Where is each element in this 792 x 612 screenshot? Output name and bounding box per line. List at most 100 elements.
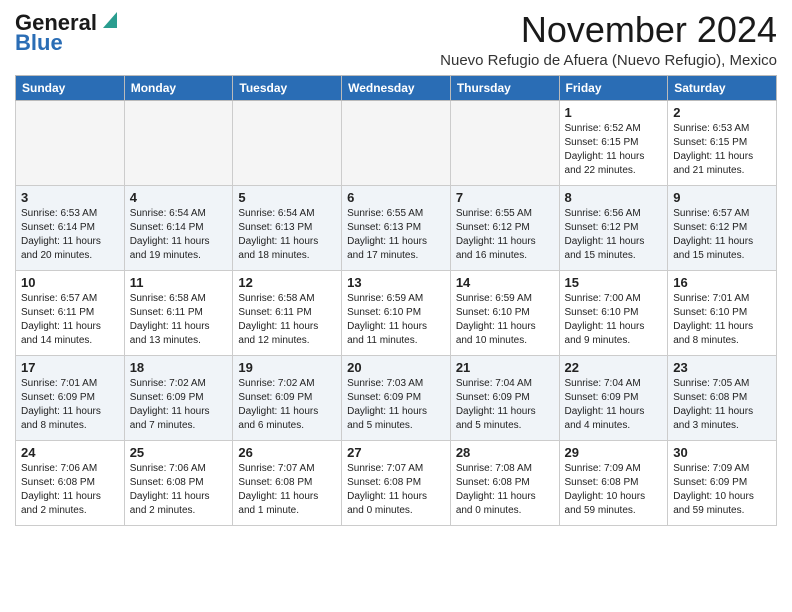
sunset-text: Sunset: 6:10 PM <box>347 307 421 318</box>
day-info: Sunrise: 6:57 AMSunset: 6:11 PMDaylight:… <box>21 292 119 348</box>
sunrise-text: Sunrise: 6:57 AM <box>673 208 749 219</box>
sunrise-text: Sunrise: 6:54 AM <box>238 208 314 219</box>
logo: General Blue <box>15 10 117 54</box>
day-info: Sunrise: 7:00 AMSunset: 6:10 PMDaylight:… <box>565 292 663 348</box>
calendar-day-cell <box>450 100 559 185</box>
day-number: 2 <box>673 105 771 120</box>
sunset-text: Sunset: 6:10 PM <box>673 307 747 318</box>
sunrise-text: Sunrise: 7:02 AM <box>238 378 314 389</box>
day-info: Sunrise: 6:52 AMSunset: 6:15 PMDaylight:… <box>565 122 663 178</box>
calendar-day-cell: 2 Sunrise: 6:53 AMSunset: 6:15 PMDaylight… <box>668 100 777 185</box>
day-number: 15 <box>565 275 663 290</box>
calendar-day-cell: 15 Sunrise: 7:00 AMSunset: 6:10 PMDayligh… <box>559 270 668 355</box>
sunrise-text: Sunrise: 7:02 AM <box>130 378 206 389</box>
calendar-week-row: 10 Sunrise: 6:57 AMSunset: 6:11 PMDayligh… <box>16 270 777 355</box>
day-info: Sunrise: 6:56 AMSunset: 6:12 PMDaylight:… <box>565 207 663 263</box>
day-number: 18 <box>130 360 228 375</box>
calendar-day-cell: 7Sunrise: 6:55 AMSunset: 6:12 PMDaylight… <box>450 185 559 270</box>
sunrise-text: Sunrise: 7:08 AM <box>456 463 532 474</box>
sunrise-text: Sunrise: 7:06 AM <box>130 463 206 474</box>
calendar-day-cell: 23 Sunrise: 7:05 AMSunset: 6:08 PMDayligh… <box>668 355 777 440</box>
sunset-text: Sunset: 6:13 PM <box>347 222 421 233</box>
month-title: November 2024 <box>440 10 777 50</box>
daylight-text: Daylight: 11 hours and 19 minutes. <box>130 236 210 261</box>
sunrise-text: Sunrise: 7:07 AM <box>347 463 423 474</box>
calendar-day-cell <box>233 100 342 185</box>
calendar-day-cell: 25Sunrise: 7:06 AMSunset: 6:08 PMDayligh… <box>124 440 233 525</box>
sunset-text: Sunset: 6:12 PM <box>673 222 747 233</box>
page: General Blue November 2024 Nuevo Refugio… <box>0 0 792 541</box>
sunset-text: Sunset: 6:08 PM <box>238 477 312 488</box>
calendar-day-cell: 12Sunrise: 6:58 AMSunset: 6:11 PMDayligh… <box>233 270 342 355</box>
sunset-text: Sunset: 6:09 PM <box>21 392 95 403</box>
day-info: Sunrise: 6:53 AMSunset: 6:15 PMDaylight:… <box>673 122 771 178</box>
calendar-day-cell: 16 Sunrise: 7:01 AM Sunset: 6:10 PM Dayligh… <box>668 270 777 355</box>
day-number: 10 <box>21 275 119 290</box>
sunset-text: Sunset: 6:08 PM <box>21 477 95 488</box>
sunset-text: Sunset: 6:11 PM <box>130 307 203 318</box>
calendar-day-cell <box>124 100 233 185</box>
calendar-header-tuesday: Tuesday <box>233 75 342 100</box>
calendar-week-row: 24 Sunrise: 7:06 AM Sunset: 6:08 PM Dayligh… <box>16 440 777 525</box>
sunset-text: Sunset: 6:09 PM <box>673 477 747 488</box>
day-info: Sunrise: 7:01 AM Sunset: 6:10 PM Daylight:… <box>673 292 771 348</box>
sunrise-text: Sunrise: 7:07 AM <box>238 463 314 474</box>
daylight-text: Daylight: 11 hours and 12 minutes. <box>238 321 318 346</box>
sunset-text: Sunset: 6:10 PM <box>565 307 639 318</box>
day-info: Sunrise: 7:05 AMSunset: 6:08 PMDaylight:… <box>673 377 771 433</box>
sunrise-text: Sunrise: 7:09 AM <box>673 463 749 474</box>
sunrise-text: Sunrise: 6:55 AM <box>347 208 423 219</box>
day-number: 16 <box>673 275 771 290</box>
sunset-text: Sunset: 6:09 PM <box>565 392 639 403</box>
calendar-day-cell: 20Sunrise: 7:03 AMSunset: 6:09 PMDayligh… <box>342 355 451 440</box>
day-number: 3 <box>21 190 119 205</box>
sunset-text: Sunset: 6:15 PM <box>673 137 747 148</box>
day-info: Sunrise: 7:08 AMSunset: 6:08 PMDaylight:… <box>456 462 554 518</box>
day-number: 1 <box>565 105 663 120</box>
sunrise-text: Sunrise: 6:54 AM <box>130 208 206 219</box>
calendar-day-cell: 19Sunrise: 7:02 AMSunset: 6:09 PMDayligh… <box>233 355 342 440</box>
calendar-day-cell: 14Sunrise: 6:59 AMSunset: 6:10 PMDayligh… <box>450 270 559 355</box>
day-number: 19 <box>238 360 336 375</box>
sunset-text: Sunset: 6:08 PM <box>673 392 747 403</box>
sunset-text: Sunset: 6:12 PM <box>456 222 530 233</box>
sunset-text: Sunset: 6:09 PM <box>130 392 204 403</box>
day-number: 6 <box>347 190 445 205</box>
sunrise-text: Sunrise: 7:01 AM <box>673 293 749 304</box>
calendar-header-friday: Friday <box>559 75 668 100</box>
daylight-text: Daylight: 11 hours and 17 minutes. <box>347 236 427 261</box>
calendar-day-cell: 4Sunrise: 6:54 AMSunset: 6:14 PMDaylight… <box>124 185 233 270</box>
daylight-text: Daylight: 11 hours and 15 minutes. <box>673 236 753 261</box>
sunset-text: Sunset: 6:10 PM <box>456 307 530 318</box>
day-number: 9 <box>673 190 771 205</box>
daylight-text: Daylight: 11 hours and 1 minute. <box>238 491 318 516</box>
day-number: 12 <box>238 275 336 290</box>
calendar-day-cell: 28Sunrise: 7:08 AMSunset: 6:08 PMDayligh… <box>450 440 559 525</box>
calendar-day-cell: 5Sunrise: 6:54 AMSunset: 6:13 PMDaylight… <box>233 185 342 270</box>
day-info: Sunrise: 7:01 AMSunset: 6:09 PMDaylight:… <box>21 377 119 433</box>
sunrise-text: Sunrise: 7:03 AM <box>347 378 423 389</box>
daylight-text: Daylight: 11 hours and 6 minutes. <box>238 406 318 431</box>
day-number: 27 <box>347 445 445 460</box>
daylight-text: Daylight: 11 hours and 9 minutes. <box>565 321 645 346</box>
sunset-text: Sunset: 6:09 PM <box>456 392 530 403</box>
location-subtitle: Nuevo Refugio de Afuera (Nuevo Refugio),… <box>440 52 777 69</box>
sunrise-text: Sunrise: 6:58 AM <box>238 293 314 304</box>
calendar-day-cell: 21Sunrise: 7:04 AMSunset: 6:09 PMDayligh… <box>450 355 559 440</box>
daylight-text: Daylight: 11 hours and 3 minutes. <box>673 406 753 431</box>
sunrise-text: Sunrise: 6:58 AM <box>130 293 206 304</box>
calendar-day-cell: 1 Sunrise: 6:52 AMSunset: 6:15 PMDaylight… <box>559 100 668 185</box>
day-number: 14 <box>456 275 554 290</box>
day-info: Sunrise: 7:03 AMSunset: 6:09 PMDaylight:… <box>347 377 445 433</box>
sunset-text: Sunset: 6:08 PM <box>347 477 421 488</box>
sunset-text: Sunset: 6:14 PM <box>130 222 204 233</box>
daylight-text: Daylight: 11 hours and 8 minutes. <box>673 321 753 346</box>
day-number: 24 <box>21 445 119 460</box>
sunset-text: Sunset: 6:09 PM <box>347 392 421 403</box>
day-info: Sunrise: 7:09 AMSunset: 6:08 PMDaylight:… <box>565 462 663 518</box>
day-info: Sunrise: 7:09 AMSunset: 6:09 PMDaylight:… <box>673 462 771 518</box>
day-info: Sunrise: 7:02 AMSunset: 6:09 PMDaylight:… <box>130 377 228 433</box>
sunrise-text: Sunrise: 6:53 AM <box>21 208 97 219</box>
day-number: 23 <box>673 360 771 375</box>
daylight-text: Daylight: 11 hours and 4 minutes. <box>565 406 645 431</box>
